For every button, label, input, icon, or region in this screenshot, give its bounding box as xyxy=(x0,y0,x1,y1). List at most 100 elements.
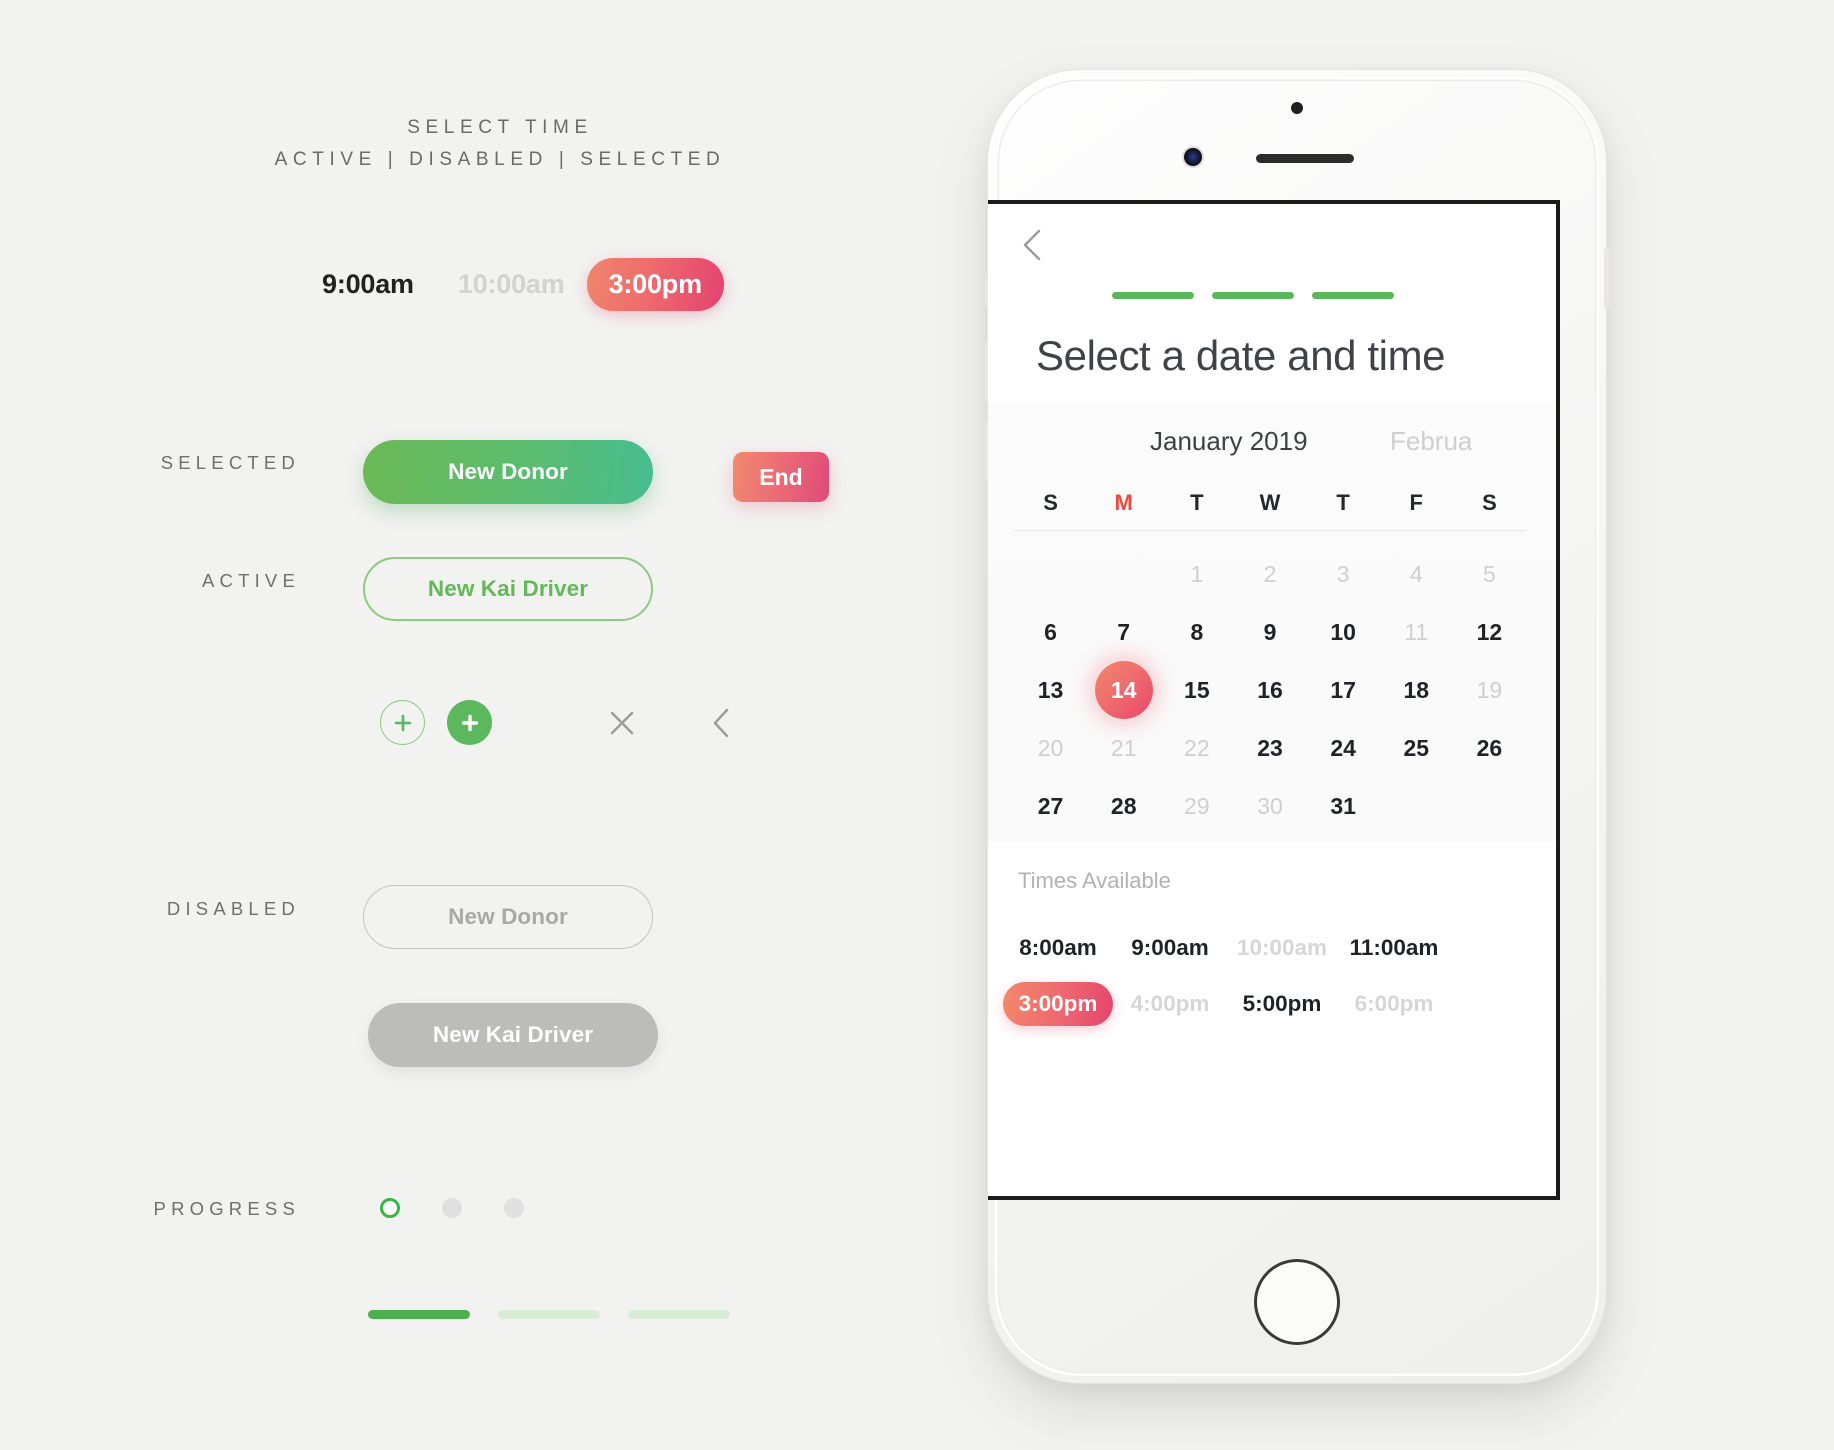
label-selected: SELECTED xyxy=(160,452,300,473)
weekday-thu: T xyxy=(1336,490,1350,515)
calendar-day[interactable]: 6 xyxy=(1022,603,1080,661)
calendar-day[interactable]: 26 xyxy=(1460,719,1518,777)
times-panel: Times Available 8:00am 9:00am 10:00am 11:00… xyxy=(988,842,1556,1196)
step-progress-bars xyxy=(1112,292,1394,299)
time-slot-cell: 3:00pm xyxy=(1002,982,1114,1026)
calendar-day[interactable]: 9 xyxy=(1241,603,1299,661)
calendar-day xyxy=(1387,777,1445,835)
time-slot: 4:00pm xyxy=(1130,991,1210,1016)
front-camera-icon xyxy=(1184,148,1202,166)
next-month-label[interactable]: Februa xyxy=(1390,426,1472,457)
phone-screen: Select a date and time January 2019 Febr… xyxy=(988,200,1606,1200)
calendar-day[interactable]: 31 xyxy=(1314,777,1372,835)
label-progress: PROGRESS xyxy=(153,1198,300,1219)
active-new-kai-driver-button[interactable]: New Kai Driver xyxy=(363,557,653,621)
screen-frame: Select a date and time January 2019 Febr… xyxy=(988,200,1560,1200)
plus-circle-filled-icon[interactable] xyxy=(447,700,492,745)
calendar-day-rows: 1 2 3 4 5 6 7 8 9 10 11 12 13 14 15 16 17 18 19 20 21 22 23 24 2… xyxy=(1014,545,1526,835)
proximity-sensor-icon xyxy=(1291,102,1303,114)
calendar-day[interactable]: 25 xyxy=(1387,719,1445,777)
calendar-day[interactable]: 12 xyxy=(1460,603,1518,661)
time-slot-cell: 11:00am xyxy=(1338,926,1450,970)
progress-dot-2[interactable] xyxy=(442,1198,462,1218)
time-slot-cell: 9:00am xyxy=(1114,926,1226,970)
app-screen: Select a date and time January 2019 Febr… xyxy=(988,204,1556,1196)
calendar-day: 20 xyxy=(1037,734,1064,761)
calendar-day[interactable]: 8 xyxy=(1168,603,1226,661)
calendar-day[interactable]: 18 xyxy=(1387,661,1445,719)
time-chip-active[interactable]: 9:00am xyxy=(300,258,436,311)
chevron-left-icon[interactable] xyxy=(700,701,744,745)
calendar-day: 22 xyxy=(1184,734,1210,761)
time-slot-cell: 6:00pm xyxy=(1338,982,1450,1026)
calendar-day: 30 xyxy=(1257,792,1283,819)
progress-bar-3 xyxy=(628,1310,730,1319)
step-bar-1 xyxy=(1112,292,1194,299)
calendar-day[interactable]: 17 xyxy=(1314,661,1372,719)
selected-new-donor-button[interactable]: New Donor xyxy=(363,440,653,504)
disabled-new-donor-button: New Donor xyxy=(363,885,653,949)
progress-dot-3[interactable] xyxy=(504,1198,524,1218)
phone-mockup: Select a date and time January 2019 Febr… xyxy=(985,70,1609,1383)
progress-bar-2 xyxy=(498,1310,600,1319)
calendar-day xyxy=(1095,545,1153,603)
calendar-day[interactable]: 28 xyxy=(1095,777,1153,835)
time-slot-selected[interactable]: 3:00pm xyxy=(1002,982,1114,1026)
calendar-day[interactable]: 27 xyxy=(1022,777,1080,835)
time-slot[interactable]: 11:00am xyxy=(1334,926,1455,970)
home-button[interactable] xyxy=(1254,1259,1340,1345)
time-slot: 6:00pm xyxy=(1354,991,1434,1016)
calendar-day: 21 xyxy=(1110,734,1137,761)
spec-heading-line1: SELECT TIME xyxy=(407,117,593,138)
calendar-week-row: 1 2 3 4 5 xyxy=(1014,545,1526,603)
progress-dot-1[interactable] xyxy=(380,1198,400,1218)
plus-circle-outline-icon[interactable] xyxy=(380,700,425,745)
back-chevron-icon[interactable] xyxy=(1014,226,1052,264)
calendar-divider xyxy=(1014,530,1526,531)
label-disabled: DISABLED xyxy=(166,898,300,919)
weekday-tue: T xyxy=(1190,490,1204,515)
calendar-day[interactable]: 16 xyxy=(1241,661,1299,719)
calendar-day[interactable]: 13 xyxy=(1022,661,1080,719)
calendar-day[interactable]: 23 xyxy=(1241,719,1299,777)
step-bar-3 xyxy=(1312,292,1394,299)
earpiece-speaker xyxy=(1256,154,1354,163)
calendar-day xyxy=(1460,777,1518,835)
times-available-label: Times Available xyxy=(1018,868,1171,893)
time-slot-cell: 4:00pm xyxy=(1114,982,1226,1026)
calendar-day[interactable]: 24 xyxy=(1314,719,1372,777)
time-chip-selected[interactable]: 3:00pm xyxy=(586,258,724,311)
calendar-panel: January 2019 Februa S M T W T F S 1 2 3 … xyxy=(988,402,1556,842)
time-slot-row: 3:00pm 4:00pm 5:00pm 6:00pm xyxy=(1002,982,1540,1026)
calendar-day[interactable]: 10 xyxy=(1314,603,1372,661)
calendar-day xyxy=(1022,545,1080,603)
calendar-day-selected[interactable]: 14 xyxy=(1094,661,1153,719)
time-chip-disabled: 10:00am xyxy=(457,269,565,299)
calendar-week-row: 6 7 8 9 10 11 12 xyxy=(1014,603,1526,661)
calendar-day: 29 xyxy=(1184,792,1210,819)
time-slot[interactable]: 5:00pm xyxy=(1227,982,1338,1026)
page-title: Select a date and time xyxy=(1036,332,1446,379)
progress-bars xyxy=(368,1310,730,1319)
time-slot[interactable]: 9:00am xyxy=(1115,926,1225,970)
calendar-grid: S M T W T F S 1 2 3 4 5 6 7 8 9 10 11 12 13 14 15 16 17 1… xyxy=(1014,478,1526,835)
progress-bar-1 xyxy=(368,1310,470,1319)
time-slot[interactable]: 8:00am xyxy=(1003,926,1113,970)
time-slot-cell: 5:00pm xyxy=(1226,982,1338,1026)
end-button[interactable]: End xyxy=(733,452,829,502)
weekday-sat: S xyxy=(1482,490,1497,515)
icon-row xyxy=(380,700,744,745)
close-icon[interactable] xyxy=(600,701,644,745)
progress-dots xyxy=(380,1198,524,1218)
calendar-day[interactable]: 7 xyxy=(1095,603,1153,661)
time-slot-rows: 8:00am 9:00am 10:00am 11:00am 3:00pm 4:00pm 5:… xyxy=(1002,926,1540,1038)
calendar-day: 1 xyxy=(1190,560,1204,587)
weekday-fri: F xyxy=(1409,490,1423,515)
time-slot-cell: 10:00am xyxy=(1226,926,1338,970)
weekday-sun: S xyxy=(1043,490,1058,515)
calendar-week-row: 27 28 29 30 31 xyxy=(1014,777,1526,835)
calendar-day: 5 xyxy=(1483,560,1496,587)
calendar-day[interactable]: 15 xyxy=(1168,661,1226,719)
calendar-day: 4 xyxy=(1409,560,1423,587)
spec-heading: SELECT TIME ACTIVE | DISABLED | SELECTED xyxy=(180,112,820,176)
